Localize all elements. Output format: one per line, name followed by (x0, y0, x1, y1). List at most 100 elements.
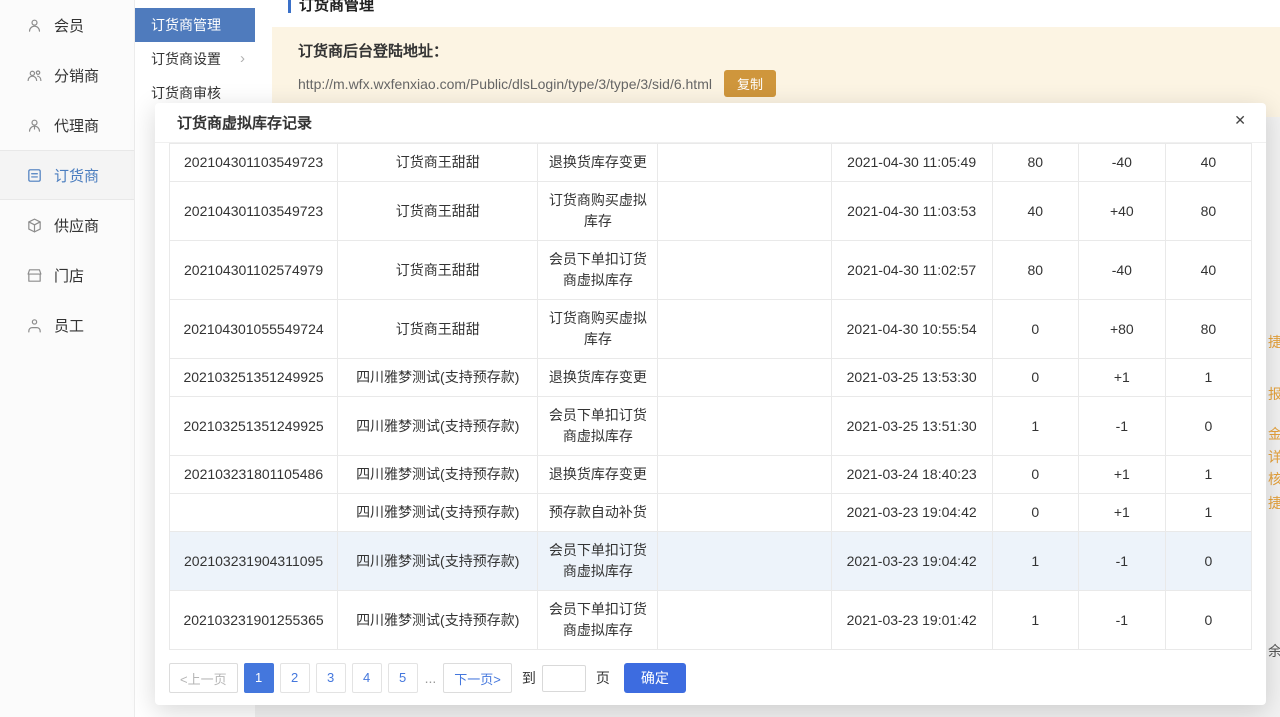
table-cell: 2021-03-25 13:51:30 (831, 397, 992, 456)
table-cell: 四川雅梦测试(支持预存款) (338, 359, 538, 397)
table-cell: 1 (992, 397, 1078, 456)
edge-text-fragment: 核 (1268, 469, 1280, 489)
sidebar-item-label: 代理商 (54, 115, 99, 136)
sidebar-item-supplier[interactable]: 供应商 (0, 200, 134, 250)
table-cell: 四川雅梦测试(支持预存款) (338, 456, 538, 494)
table-row: 202104301102574979订货商王甜甜会员下单扣订货商虚拟库存2021… (170, 241, 1252, 300)
sidebar-item-member[interactable]: 会员 (0, 0, 134, 50)
sidebar-item-label: 员工 (54, 315, 84, 336)
table-row: 202104301103549723订货商王甜甜退换货库存变更 2021-04-3… (170, 144, 1252, 182)
table-cell: 202103231904311095 (170, 532, 338, 591)
table-cell: 2021-04-30 11:03:53 (831, 182, 992, 241)
pagination: <上一页12345...下一页>到页确定 (169, 663, 1252, 693)
table-cell: 0 (992, 494, 1078, 532)
sidebar-item-orderer[interactable]: 订货商 (0, 150, 134, 200)
submenu-item-1[interactable]: 订货商设置 › (135, 42, 255, 76)
table-row: 202103231904311095四川雅梦测试(支持预存款)会员下单扣订货商虚… (170, 532, 1252, 591)
page-button-3[interactable]: 3 (316, 663, 346, 693)
table-row: 202104301055549724订货商王甜甜订货商购买虚拟库存2021-04… (170, 300, 1252, 359)
table-cell: 202103231901255365 (170, 591, 338, 650)
virtual-stock-modal: 订货商虚拟库存记录 ✕ 202104301103549723订货商王甜甜退换货库… (155, 103, 1266, 705)
edge-text-fragment: 捷 (1268, 332, 1280, 352)
submenu-item-0[interactable]: 订货商管理 (135, 8, 255, 42)
table-cell: +80 (1078, 300, 1165, 359)
table-cell (658, 300, 831, 359)
submenu-item-label: 订货商设置 (151, 51, 221, 67)
table-cell: 1 (992, 591, 1078, 650)
table-cell: 2021-04-30 11:02:57 (831, 241, 992, 300)
next-page-button[interactable]: 下一页> (443, 663, 512, 693)
table-cell: 2021-04-30 11:05:49 (831, 144, 992, 182)
table-row: 202103251351249925四川雅梦测试(支持预存款)退换货库存变更20… (170, 359, 1252, 397)
table-row: 202104301103549723订货商王甜甜订货商购买虚拟库存 2021-04… (170, 182, 1252, 241)
orderer-icon (26, 167, 43, 184)
sidebar-item-agent[interactable]: 代理商 (0, 100, 134, 150)
page-button-4[interactable]: 4 (352, 663, 382, 693)
table-cell: 80 (992, 241, 1078, 300)
table-cell: 80 (1165, 182, 1251, 241)
table-cell: 80 (1165, 300, 1251, 359)
table-cell: +1 (1078, 494, 1165, 532)
close-icon[interactable]: ✕ (1234, 112, 1246, 129)
table-cell (658, 494, 831, 532)
sidebar-item-store[interactable]: 门店 (0, 250, 134, 300)
table-cell: 退换货库存变更 (538, 456, 658, 494)
table-cell: 1 (1165, 456, 1251, 494)
sidebar-item-label: 分销商 (54, 65, 99, 86)
table-cell: 2021-03-23 19:01:42 (831, 591, 992, 650)
table-cell: 1 (1165, 494, 1251, 532)
table-cell: 40 (992, 182, 1078, 241)
table-cell: 四川雅梦测试(支持预存款) (338, 494, 538, 532)
goto-page-input[interactable] (542, 665, 586, 692)
confirm-button[interactable]: 确定 (624, 663, 686, 693)
sidebar-item-staff[interactable]: 员工 (0, 300, 134, 350)
sidebar-item-label: 门店 (54, 265, 84, 286)
page-button-1[interactable]: 1 (244, 663, 274, 693)
table-cell: 40 (1165, 144, 1251, 182)
table-cell: 预存款自动补货 (538, 494, 658, 532)
goto-suffix-label: 页 (596, 668, 610, 688)
page-button-2[interactable]: 2 (280, 663, 310, 693)
member-icon (26, 17, 43, 34)
table-cell: 订货商购买虚拟库存 (538, 182, 658, 241)
table-cell: 202103231801105486 (170, 456, 338, 494)
table-cell (658, 359, 831, 397)
table-cell: -1 (1078, 591, 1165, 650)
table-cell: 订货商王甜甜 (338, 182, 538, 241)
page-button-5[interactable]: 5 (388, 663, 418, 693)
sidebar-item-distributor[interactable]: 分销商 (0, 50, 134, 100)
table-row: 202103231801105486四川雅梦测试(支持预存款)退换货库存变更 20… (170, 456, 1252, 494)
table-cell: 订货商王甜甜 (338, 241, 538, 300)
table-cell: 订货商王甜甜 (338, 144, 538, 182)
table-cell: 退换货库存变更 (538, 144, 658, 182)
edge-text-fragment: 捷 (1268, 493, 1280, 513)
table-cell: 0 (992, 456, 1078, 494)
table-cell (658, 144, 831, 182)
table-cell: +1 (1078, 359, 1165, 397)
chevron-right-icon: › (240, 42, 245, 76)
table-row: 202103251351249925四川雅梦测试(支持预存款)会员下单扣订货商虚… (170, 397, 1252, 456)
table-cell: 80 (992, 144, 1078, 182)
copy-button[interactable]: 复制 (724, 70, 776, 97)
pagination-ellipsis: ... (424, 670, 438, 686)
table-cell: 202104301103549723 (170, 144, 338, 182)
table-cell: -40 (1078, 144, 1165, 182)
table-cell: 0 (992, 300, 1078, 359)
prev-page-button[interactable]: <上一页 (169, 663, 238, 693)
table-cell: 四川雅梦测试(支持预存款) (338, 397, 538, 456)
table-cell: 202104301103549723 (170, 182, 338, 241)
table-cell: 退换货库存变更 (538, 359, 658, 397)
sidebar-item-label: 供应商 (54, 215, 99, 236)
table-cell: 0 (1165, 591, 1251, 650)
submenu-item-label: 订货商审核 (151, 85, 221, 101)
modal-header: 订货商虚拟库存记录 ✕ (155, 103, 1266, 143)
page-title: 订货商管理 (299, 0, 374, 15)
table-cell: 2021-03-24 18:40:23 (831, 456, 992, 494)
page-header: 订货商管理 (288, 0, 374, 15)
table-cell: -40 (1078, 241, 1165, 300)
supplier-icon (26, 217, 43, 234)
table-cell (658, 182, 831, 241)
table-cell: 会员下单扣订货商虚拟库存 (538, 532, 658, 591)
table-cell: -1 (1078, 532, 1165, 591)
submenu-item-label: 订货商管理 (151, 17, 221, 33)
